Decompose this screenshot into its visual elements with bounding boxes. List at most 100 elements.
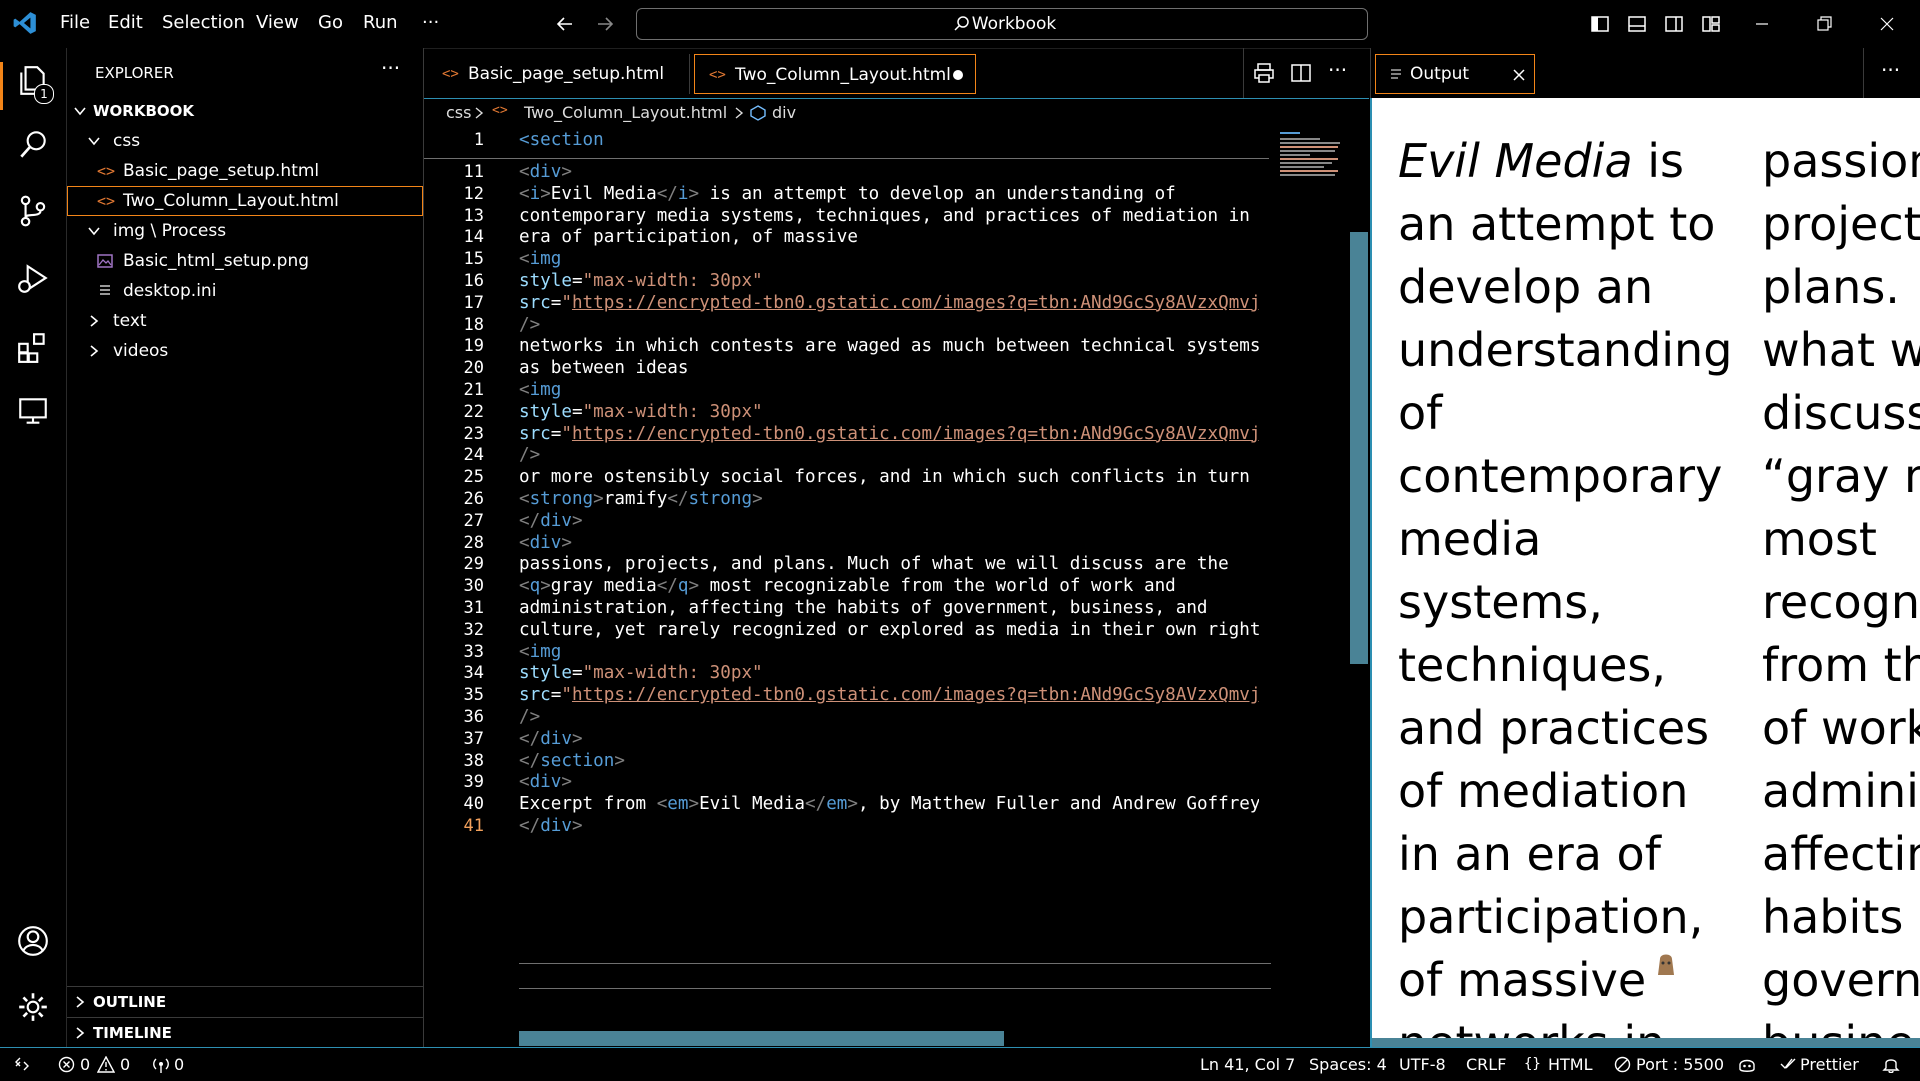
- extensions-icon[interactable]: [16, 330, 50, 364]
- source-control-icon[interactable]: [16, 194, 50, 228]
- output-more-button[interactable]: ···: [1881, 58, 1900, 82]
- line-number: 39: [463, 772, 484, 793]
- line-number: 27: [463, 510, 484, 531]
- tree-file-basic-page-setup[interactable]: <> Basic_page_setup.html: [67, 156, 423, 186]
- arrow-right-icon[interactable]: [595, 14, 615, 34]
- menu-view[interactable]: View: [256, 12, 299, 33]
- html-file-icon: <>: [709, 67, 726, 83]
- live-server-port[interactable]: Port : 5500: [1636, 1055, 1724, 1074]
- menu-file[interactable]: File: [60, 12, 90, 33]
- tree-item-label: desktop.ini: [123, 281, 217, 301]
- code-line: <i>Evil Media</i> is an attempt to devel…: [519, 183, 1176, 204]
- menu-run[interactable]: Run: [363, 12, 398, 33]
- outline-section-header[interactable]: OUTLINE: [67, 987, 423, 1017]
- sticky-code-line: <section: [519, 130, 604, 150]
- prettier-status[interactable]: Prettier: [1800, 1055, 1859, 1074]
- manage-gear-icon[interactable]: [16, 990, 50, 1024]
- chevron-right-icon: [735, 107, 744, 119]
- line-number: 29: [463, 554, 484, 575]
- remote-indicator-icon[interactable]: [14, 1056, 30, 1072]
- error-icon[interactable]: [58, 1056, 75, 1073]
- run-and-debug-icon[interactable]: [16, 262, 50, 296]
- line-endings[interactable]: CRLF: [1466, 1055, 1506, 1074]
- html-file-icon: <>: [97, 162, 116, 180]
- command-center-search[interactable]: Workbook: [636, 8, 1368, 40]
- restore-icon[interactable]: [1814, 14, 1834, 34]
- code-editor[interactable]: 1 <section 11 <div> 12 <i>Evil Media</i> is…: [424, 128, 1369, 1046]
- go-live-block-icon[interactable]: [1614, 1056, 1631, 1073]
- code-line: <img: [519, 641, 562, 662]
- toggle-primary-sidebar-icon[interactable]: [1590, 14, 1610, 34]
- print-icon[interactable]: [1253, 62, 1275, 84]
- tab-output[interactable]: Output: [1375, 54, 1535, 94]
- breadcrumb-folder[interactable]: css: [446, 103, 471, 122]
- remote-explorer-icon[interactable]: [16, 394, 50, 428]
- html-file-icon: <>: [492, 103, 508, 118]
- search-icon[interactable]: [16, 128, 50, 162]
- breadcrumb-symbol[interactable]: div: [772, 103, 796, 122]
- ports-broadcast-icon[interactable]: [152, 1056, 170, 1074]
- tree-folder-img-process[interactable]: img \ Process: [67, 216, 423, 246]
- editor-more-button[interactable]: ···: [1328, 58, 1347, 82]
- preview-text-line: govern: [1762, 953, 1920, 1007]
- code-line: administration, affecting the habits of …: [519, 598, 1208, 618]
- sticky-scroll-header[interactable]: 1 <section: [424, 128, 1269, 159]
- preview-text-line: media: [1398, 512, 1542, 566]
- tree-folder-text[interactable]: text: [67, 306, 423, 336]
- ports-count[interactable]: 0: [174, 1055, 184, 1074]
- code-line: </div>: [519, 510, 583, 531]
- minimize-icon[interactable]: [1752, 14, 1772, 34]
- breadcrumb-file[interactable]: Two_Column_Layout.html: [524, 103, 727, 122]
- preview-text-line: admini: [1762, 764, 1919, 818]
- vertical-scrollbar-thumb[interactable]: [1350, 232, 1368, 664]
- cursor-position[interactable]: Ln 41, Col 7: [1200, 1055, 1295, 1074]
- language-mode[interactable]: HTML: [1548, 1055, 1593, 1074]
- tree-file-two-column-layout[interactable]: <> Two_Column_Layout.html: [67, 186, 423, 216]
- notifications-bell-icon[interactable]: [1882, 1055, 1900, 1073]
- line-number: 16: [463, 271, 484, 291]
- close-icon[interactable]: [1512, 68, 1526, 82]
- explorer-more-button[interactable]: ···: [381, 56, 400, 80]
- explorer-title: EXPLORER: [95, 64, 174, 82]
- line-number: 24: [463, 445, 484, 466]
- tree-file-basic-html-setup-png[interactable]: Basic_html_setup.png: [67, 246, 423, 276]
- minimap[interactable]: [1274, 128, 1346, 208]
- code-line: or more ostensibly social forces, and in…: [519, 467, 1250, 488]
- line-number: 28: [463, 532, 484, 553]
- menu-go[interactable]: Go: [318, 12, 343, 33]
- tab-two-column-layout[interactable]: <> Two_Column_Layout.html: [694, 54, 976, 94]
- symbol-element-icon: [750, 105, 766, 121]
- tree-folder-css[interactable]: css: [67, 126, 423, 156]
- output-preview[interactable]: Evil Media is an attempt to develop an unde…: [1370, 98, 1920, 1047]
- horizontal-scrollbar-thumb[interactable]: [519, 1031, 1004, 1046]
- timeline-section-header[interactable]: TIMELINE: [67, 1018, 423, 1048]
- copilot-icon[interactable]: [1738, 1056, 1756, 1073]
- close-window-icon[interactable]: [1877, 14, 1897, 34]
- divider: [1863, 48, 1864, 98]
- menu-more[interactable]: ···: [422, 12, 439, 33]
- code-line: <div>: [519, 162, 572, 182]
- preview-scrollbar[interactable]: [1372, 1038, 1920, 1047]
- split-editor-icon[interactable]: [1290, 62, 1312, 84]
- toggle-panel-icon[interactable]: [1627, 14, 1647, 34]
- encoding[interactable]: UTF-8: [1399, 1055, 1446, 1074]
- unsaved-dot-icon[interactable]: [953, 70, 963, 80]
- workspace-header[interactable]: WORKBOOK: [67, 96, 423, 126]
- warning-icon[interactable]: [97, 1056, 115, 1073]
- customize-layout-icon[interactable]: [1701, 14, 1721, 34]
- error-count[interactable]: 0: [80, 1055, 90, 1074]
- accounts-icon[interactable]: [16, 924, 50, 958]
- line-number: 20: [463, 358, 484, 379]
- menu-edit[interactable]: Edit: [108, 12, 143, 33]
- tab-basic-page-setup[interactable]: <> Basic_page_setup.html: [424, 54, 690, 94]
- tree-item-label: videos: [113, 341, 169, 361]
- line-number: 17: [463, 292, 484, 313]
- warning-count[interactable]: 0: [120, 1055, 130, 1074]
- menu-selection[interactable]: Selection: [162, 12, 245, 33]
- tree-file-desktop-ini[interactable]: desktop.ini: [67, 276, 423, 306]
- indentation[interactable]: Spaces: 4: [1309, 1055, 1387, 1074]
- toggle-secondary-sidebar-icon[interactable]: [1664, 14, 1684, 34]
- arrow-left-icon[interactable]: [555, 14, 575, 34]
- line-number: 13: [463, 205, 484, 226]
- tree-folder-videos[interactable]: videos: [67, 336, 423, 366]
